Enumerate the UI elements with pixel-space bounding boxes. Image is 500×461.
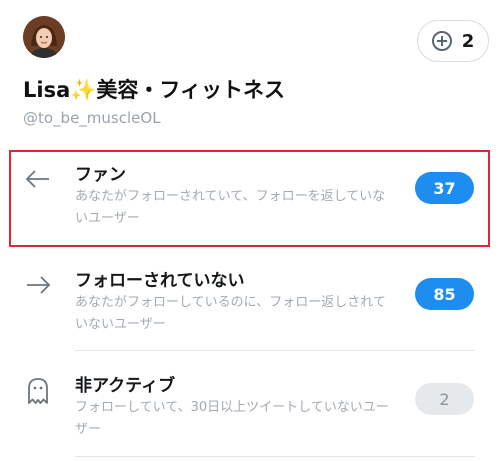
plus-circle-icon xyxy=(431,31,452,51)
user-handle: @to_be_muscleOL xyxy=(23,109,161,127)
row-description: あなたがフォローしているのに、フォロー返しされていないユーザー xyxy=(75,295,386,332)
avatar[interactable] xyxy=(23,16,65,58)
divider xyxy=(75,456,475,457)
row-title: フォローされていない xyxy=(75,271,245,291)
arrow-left-icon xyxy=(25,166,51,192)
count-badge[interactable]: 37 xyxy=(415,172,474,204)
row-description: フォローしていて、30日以上ツイートしていないユーザー xyxy=(75,400,389,437)
arrow-right-icon xyxy=(25,272,51,298)
add-account-button[interactable]: 2 xyxy=(417,20,489,62)
list-item-fans[interactable]: ファン あなたがフォローされていて、フォローを返していないユーザー 37 xyxy=(0,150,500,250)
account-count: 2 xyxy=(461,30,475,52)
list-item-not-following-back[interactable]: フォローされていない あなたがフォローしているのに、フォロー返しされていないユー… xyxy=(0,256,500,356)
row-description: あなたがフォローされていて、フォローを返していないユーザー xyxy=(75,189,386,226)
row-title: 非アクティブ xyxy=(75,376,176,396)
count-badge[interactable]: 85 xyxy=(415,278,474,310)
divider xyxy=(75,350,475,351)
list-item-inactive[interactable]: 非アクティブ フォローしていて、30日以上ツイートしていないユーザー 2 xyxy=(0,361,500,461)
profile-header: 2 Lisa✨美容・フィットネス @to_be_muscleOL xyxy=(0,0,500,140)
avatar-image xyxy=(23,16,65,58)
row-title: ファン xyxy=(75,165,126,185)
ghost-icon xyxy=(25,377,51,404)
display-name: Lisa✨美容・フィットネス xyxy=(23,78,285,102)
count-badge[interactable]: 2 xyxy=(415,383,474,415)
